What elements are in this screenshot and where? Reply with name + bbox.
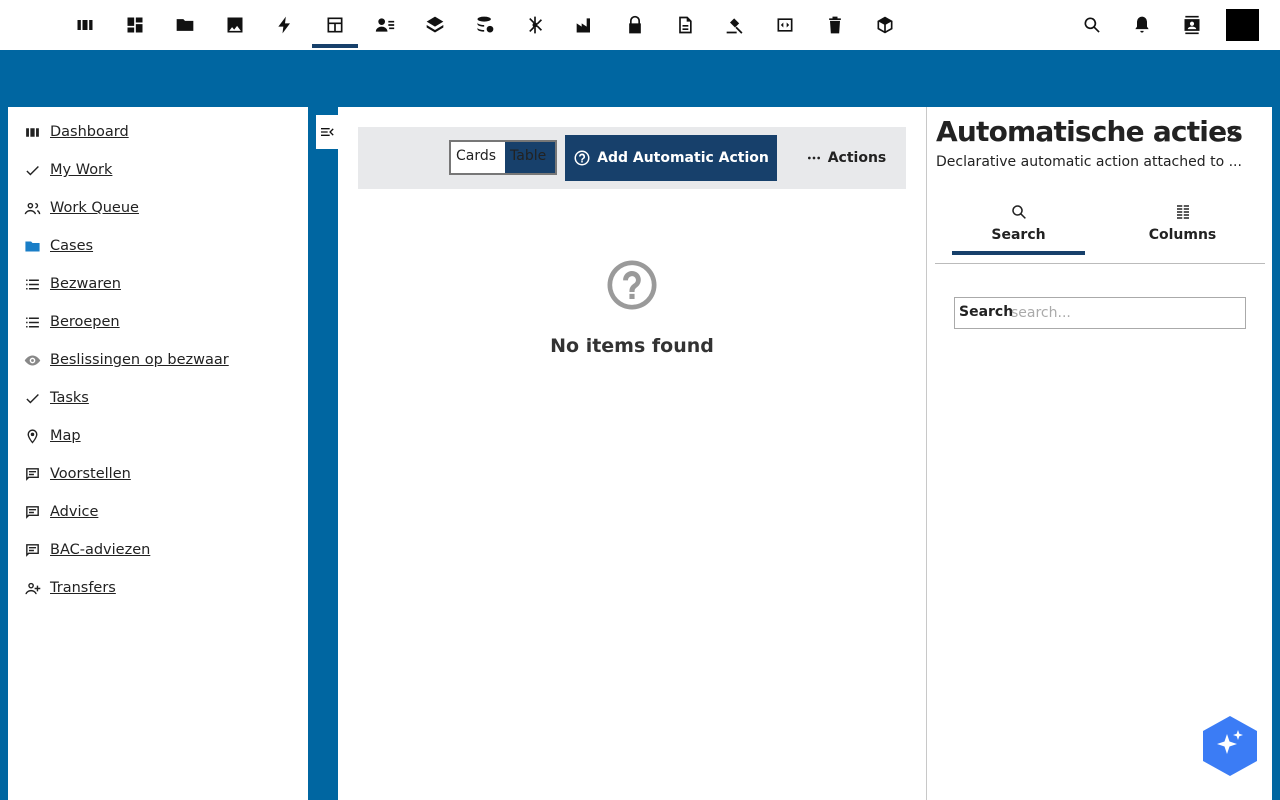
tab-columns-label: Columns xyxy=(1148,227,1217,243)
sidebar-item-label: Bezwaren xyxy=(50,276,121,292)
sidebar-item-label: Cases xyxy=(50,238,94,254)
empty-state-text: No items found xyxy=(550,335,714,357)
ai-assistant-button[interactable] xyxy=(1203,716,1257,776)
toolbar: Cards Table Add Automatic Action Actions xyxy=(358,127,906,189)
search-field: Search xyxy=(954,297,1246,329)
sidebar-item-advice[interactable]: Advice xyxy=(8,497,308,527)
comment-icon xyxy=(24,504,41,521)
sparkle-icon xyxy=(1203,716,1257,776)
search-icon xyxy=(1011,205,1026,219)
image-icon[interactable] xyxy=(212,0,258,50)
cube-icon[interactable] xyxy=(862,0,908,50)
sidebar-item-label: Beslissingen op bezwaar xyxy=(50,352,229,368)
folder-icon xyxy=(24,238,41,255)
sidebar-item-tasks[interactable]: Tasks xyxy=(8,383,308,413)
person-add-icon xyxy=(24,580,41,597)
tab-search[interactable]: Search xyxy=(952,201,1085,255)
panel-title: Automatische acties xyxy=(936,115,1243,148)
dashboard-icon[interactable] xyxy=(112,0,158,50)
main-content: Cards Table Add Automatic Action Actions… xyxy=(338,107,926,800)
sidebar-item-bac-adviezen[interactable]: BAC-adviezen xyxy=(8,535,308,565)
add-automatic-action-label: Add Automatic Action xyxy=(597,150,769,166)
question-mark-icon xyxy=(604,257,660,313)
sidebar-item-label: Transfers xyxy=(50,580,116,596)
sidebar-item-label: Advice xyxy=(50,504,99,520)
sidebar-item-voorstellen[interactable]: Voorstellen xyxy=(8,459,308,489)
tab-divider xyxy=(935,263,1265,264)
folder-icon[interactable] xyxy=(162,0,208,50)
sidebar-item-label: Beroepen xyxy=(50,314,120,330)
sidebar-item-my-work[interactable]: My Work xyxy=(8,155,308,185)
sidebar-item-label: BAC-adviezen xyxy=(50,542,151,558)
sidebar-item-label: Map xyxy=(50,428,81,444)
check-icon xyxy=(24,162,41,179)
comment-icon xyxy=(24,542,41,559)
contact-icon[interactable] xyxy=(1169,0,1215,50)
eye-icon xyxy=(24,352,41,369)
person-list-icon[interactable] xyxy=(362,0,408,50)
view-columns-icon[interactable] xyxy=(62,0,108,50)
sidebar-item-dashboard[interactable]: Dashboard xyxy=(8,117,308,147)
trash-icon[interactable] xyxy=(812,0,858,50)
search-field-label: Search xyxy=(959,304,1014,320)
add-automatic-action-button[interactable]: Add Automatic Action xyxy=(565,135,777,181)
search-icon[interactable] xyxy=(1069,0,1115,50)
cards-toggle[interactable]: Cards xyxy=(451,142,505,173)
sidebar-item-label: Voorstellen xyxy=(50,466,131,482)
sidebar-item-beslissingen[interactable]: Beslissingen op bezwaar xyxy=(8,345,308,375)
people-icon xyxy=(24,200,41,217)
table-toggle[interactable]: Table xyxy=(505,142,555,173)
tab-columns[interactable]: Columns xyxy=(1116,201,1249,255)
list-icon xyxy=(24,314,41,331)
bolt-icon[interactable] xyxy=(262,0,308,50)
sidebar-item-label: My Work xyxy=(50,162,113,178)
notifications-icon[interactable] xyxy=(1119,0,1165,50)
sidebar-item-work-queue[interactable]: Work Queue xyxy=(8,193,308,223)
sidebar: Dashboard My Work Work Queue Cases Bezwa… xyxy=(8,107,308,800)
sidebar-item-map[interactable]: Map xyxy=(8,421,308,451)
list-icon xyxy=(24,276,41,293)
sidebar-item-bezwaren[interactable]: Bezwaren xyxy=(8,269,308,299)
sidebar-item-label: Work Queue xyxy=(50,200,139,216)
top-navigation-bar xyxy=(0,0,1280,50)
table-chart-icon[interactable] xyxy=(312,0,358,50)
view-columns-icon xyxy=(24,124,41,141)
sidebar-item-transfers[interactable]: Transfers xyxy=(8,573,308,603)
side-panel: Automatische acties Declarative automati… xyxy=(926,107,1272,800)
sidebar-item-beroepen[interactable]: Beroepen xyxy=(8,307,308,337)
actions-button[interactable]: Actions xyxy=(798,135,894,181)
gavel-icon[interactable] xyxy=(712,0,758,50)
factory-icon[interactable] xyxy=(562,0,608,50)
hub-icon[interactable] xyxy=(512,0,558,50)
location-icon xyxy=(24,428,41,445)
lock-icon[interactable] xyxy=(612,0,658,50)
check-icon xyxy=(24,390,41,407)
avatar[interactable] xyxy=(1226,9,1259,41)
sidebar-item-cases[interactable]: Cases xyxy=(8,231,308,261)
sidebar-item-label: Tasks xyxy=(50,390,89,406)
menu-collapse-icon xyxy=(321,128,334,136)
panel-subtitle: Declarative automatic action attached to… xyxy=(936,154,1242,170)
document-icon[interactable] xyxy=(662,0,708,50)
help-circle-icon xyxy=(574,150,590,166)
view-toggle: Cards Table xyxy=(449,140,557,175)
comment-icon xyxy=(24,466,41,483)
actions-label: Actions xyxy=(827,150,887,166)
layers-icon[interactable] xyxy=(412,0,458,50)
database-sync-icon[interactable] xyxy=(462,0,508,50)
code-window-icon[interactable] xyxy=(762,0,808,50)
close-icon[interactable] xyxy=(1223,123,1243,143)
more-horizontal-icon xyxy=(807,156,820,160)
search-input[interactable] xyxy=(1011,298,1241,328)
collapse-sidebar-button[interactable] xyxy=(316,115,338,149)
tab-search-label: Search xyxy=(991,227,1046,243)
sidebar-item-label: Dashboard xyxy=(50,124,129,140)
view-column-list-icon xyxy=(1176,205,1189,219)
